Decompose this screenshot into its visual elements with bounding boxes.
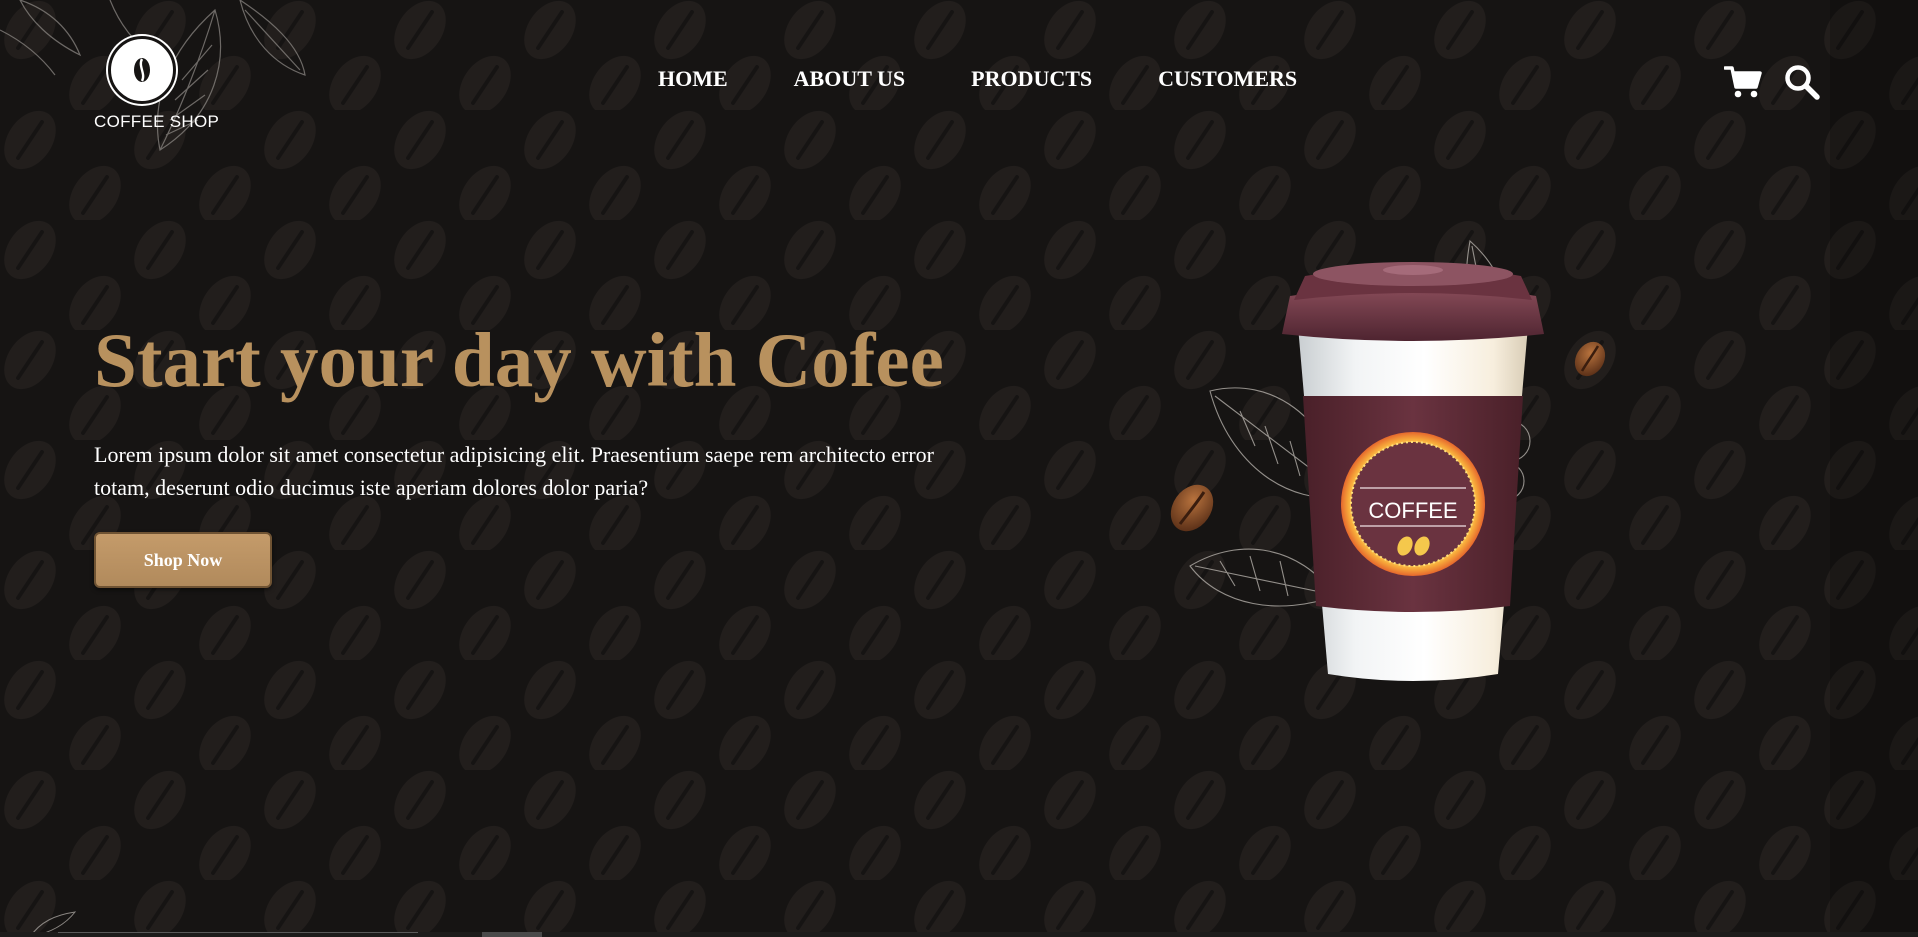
brand-logo[interactable]: COFFEE SHOP	[94, 36, 234, 132]
scrollbar-thumb[interactable]	[482, 932, 542, 937]
landing-page: COFFEE SHOP HOME ABOUT US PRODUCTS CUSTO…	[0, 0, 1918, 937]
search-icon[interactable]	[1784, 64, 1820, 100]
nav-item-about-us[interactable]: ABOUT US	[794, 66, 905, 92]
right-edge-shade	[1830, 0, 1918, 937]
brand-name: COFFEE SHOP	[94, 112, 220, 131]
nav-item-home[interactable]: HOME	[658, 66, 728, 92]
cup-label: COFFEE	[1368, 498, 1457, 523]
coffee-bean-icon	[108, 36, 176, 104]
shop-now-button[interactable]: Shop Now	[94, 532, 272, 588]
coffee-cup-illustration: COFFEE	[1170, 239, 1606, 681]
nav-item-customers[interactable]: CUSTOMERS	[1158, 66, 1297, 92]
horizontal-scrollbar[interactable]	[0, 932, 1918, 937]
hero-description: Lorem ipsum dolor sit amet consectetur a…	[94, 442, 934, 500]
main-nav: HOME ABOUT US PRODUCTS CUSTOMERS	[658, 66, 1297, 92]
hero-title: Start your day with Cofee	[94, 317, 944, 403]
header-actions	[1724, 64, 1820, 100]
cart-icon[interactable]	[1724, 65, 1762, 99]
scrollbar-track	[58, 932, 418, 937]
nav-item-products[interactable]: PRODUCTS	[971, 66, 1092, 92]
